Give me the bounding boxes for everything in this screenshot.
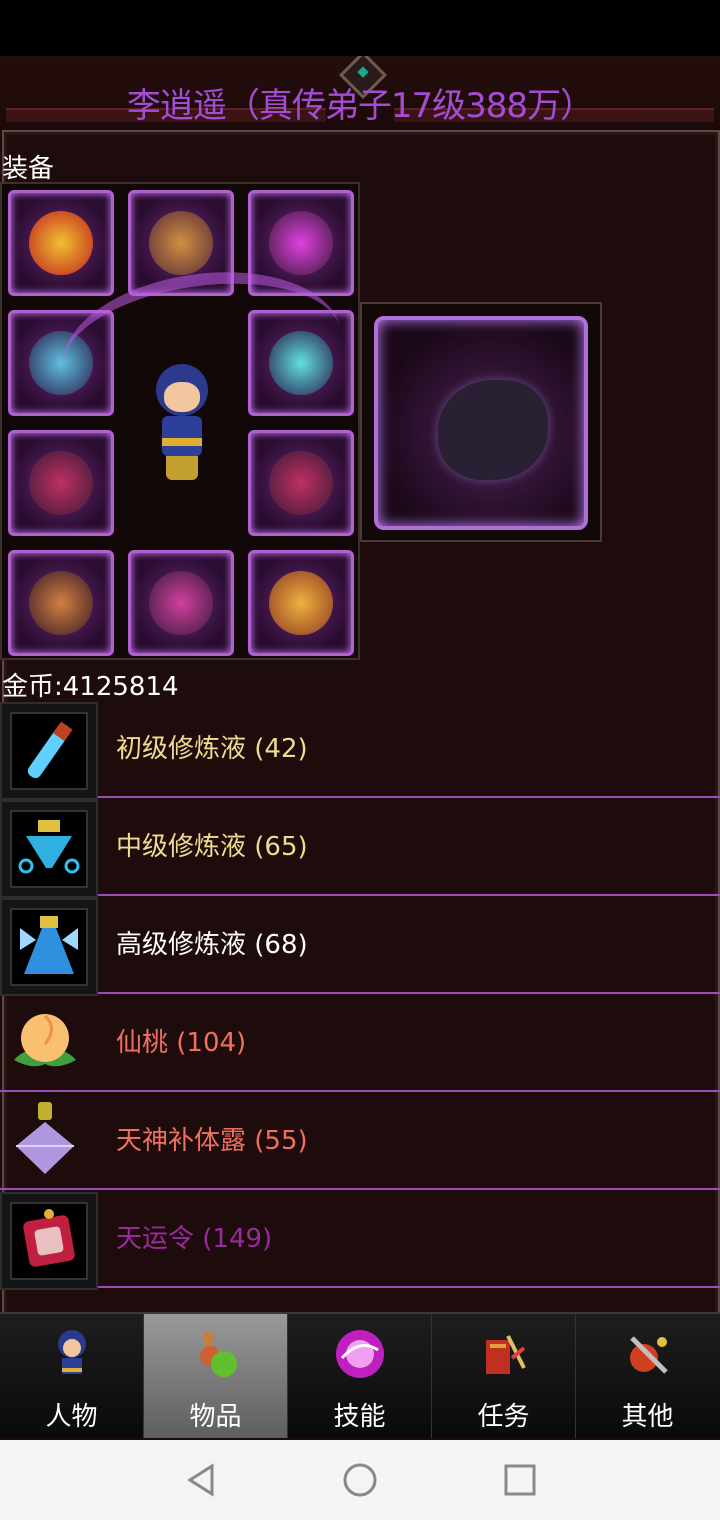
page-title: 李逍遥（真传弟子17级388万） <box>126 86 594 126</box>
equip-slot-ring-left[interactable] <box>8 430 114 536</box>
mount-preview <box>360 302 602 542</box>
tab-label: 其他 <box>621 1402 674 1432</box>
list-item[interactable]: 高级修炼液 (68) <box>0 896 720 996</box>
home-icon[interactable] <box>342 1462 378 1498</box>
item-icon-box <box>0 800 98 898</box>
item-icon-box <box>0 1192 98 1290</box>
list-item[interactable]: 仙桃 (104) <box>0 994 720 1092</box>
item-icon-box <box>0 1094 94 1188</box>
token-icon <box>10 1202 88 1280</box>
bottle-icon <box>10 908 88 986</box>
list-item[interactable]: 初级修炼液 (42) <box>0 700 720 800</box>
status-bar <box>0 0 720 56</box>
tab-label: 技能 <box>333 1402 386 1432</box>
vial-icon <box>10 712 88 790</box>
item-icon-box <box>0 702 98 800</box>
gold-balance: 金币:4125814 <box>2 672 179 702</box>
potion-icon <box>190 1328 242 1380</box>
equipment-grid <box>0 182 360 660</box>
equip-slot-belt[interactable] <box>8 550 114 656</box>
bottom-tab-bar: 人物 物品 技能 任务 其他 <box>0 1312 720 1438</box>
item-icon-box <box>0 996 94 1090</box>
ring-icon <box>29 451 93 515</box>
helmet-icon <box>29 211 93 275</box>
item-name: 高级修炼液 (68) <box>116 930 308 960</box>
tab-quests[interactable]: 任务 <box>432 1314 576 1438</box>
equip-slot-mount[interactable] <box>248 550 354 656</box>
tab-items[interactable]: 物品 <box>144 1314 288 1438</box>
necklace-icon <box>269 211 333 275</box>
character-avatar <box>152 364 212 482</box>
game-screen: 李逍遥（真传弟子17级388万） 装备 金币:4125814 初级修炼液 (42… <box>0 56 720 1440</box>
item-name: 仙桃 (104) <box>116 1028 247 1058</box>
boots-icon <box>149 571 213 635</box>
skill-orb-icon <box>334 1328 386 1380</box>
item-name: 天运令 (149) <box>116 1224 273 1254</box>
tab-skills[interactable]: 技能 <box>288 1314 432 1438</box>
equip-slot-boots[interactable] <box>128 550 234 656</box>
item-icon-box <box>0 898 98 996</box>
belt-icon <box>29 571 93 635</box>
recents-icon[interactable] <box>502 1462 538 1498</box>
peach-icon <box>8 1004 82 1078</box>
mount-icon <box>269 571 333 635</box>
mount-preview-card <box>374 316 588 530</box>
back-icon[interactable] <box>184 1462 220 1498</box>
item-name: 初级修炼液 (42) <box>116 734 308 764</box>
title-bar: 李逍遥（真传弟子17级388万） <box>0 56 720 134</box>
equipment-section-label: 装备 <box>2 154 55 184</box>
system-nav-bar <box>0 1440 720 1520</box>
tab-label: 任务 <box>477 1402 530 1432</box>
beast-icon <box>438 380 548 480</box>
item-list: 初级修炼液 (42) 中级修炼液 (65) 高级修炼液 (68) 仙桃 (104… <box>0 700 720 1290</box>
equip-slot-ring-right[interactable] <box>248 430 354 536</box>
tab-character[interactable]: 人物 <box>0 1314 144 1438</box>
list-item[interactable]: 中级修炼液 (65) <box>0 798 720 898</box>
quest-icon <box>478 1328 530 1380</box>
misc-icon <box>622 1328 674 1380</box>
equip-slot-helmet[interactable] <box>8 190 114 296</box>
list-item[interactable]: 天运令 (149) <box>0 1190 720 1290</box>
tab-other[interactable]: 其他 <box>576 1314 719 1438</box>
character-icon <box>46 1328 98 1380</box>
armor-icon <box>149 211 213 275</box>
crystal-potion-icon <box>8 1102 82 1176</box>
tab-label: 人物 <box>45 1402 98 1432</box>
list-item[interactable]: 天神补体露 (55) <box>0 1092 720 1190</box>
item-name: 中级修炼液 (65) <box>116 832 308 862</box>
tab-label: 物品 <box>189 1402 242 1432</box>
flask-icon <box>10 810 88 888</box>
ring-icon <box>269 451 333 515</box>
item-name: 天神补体露 (55) <box>116 1126 308 1156</box>
